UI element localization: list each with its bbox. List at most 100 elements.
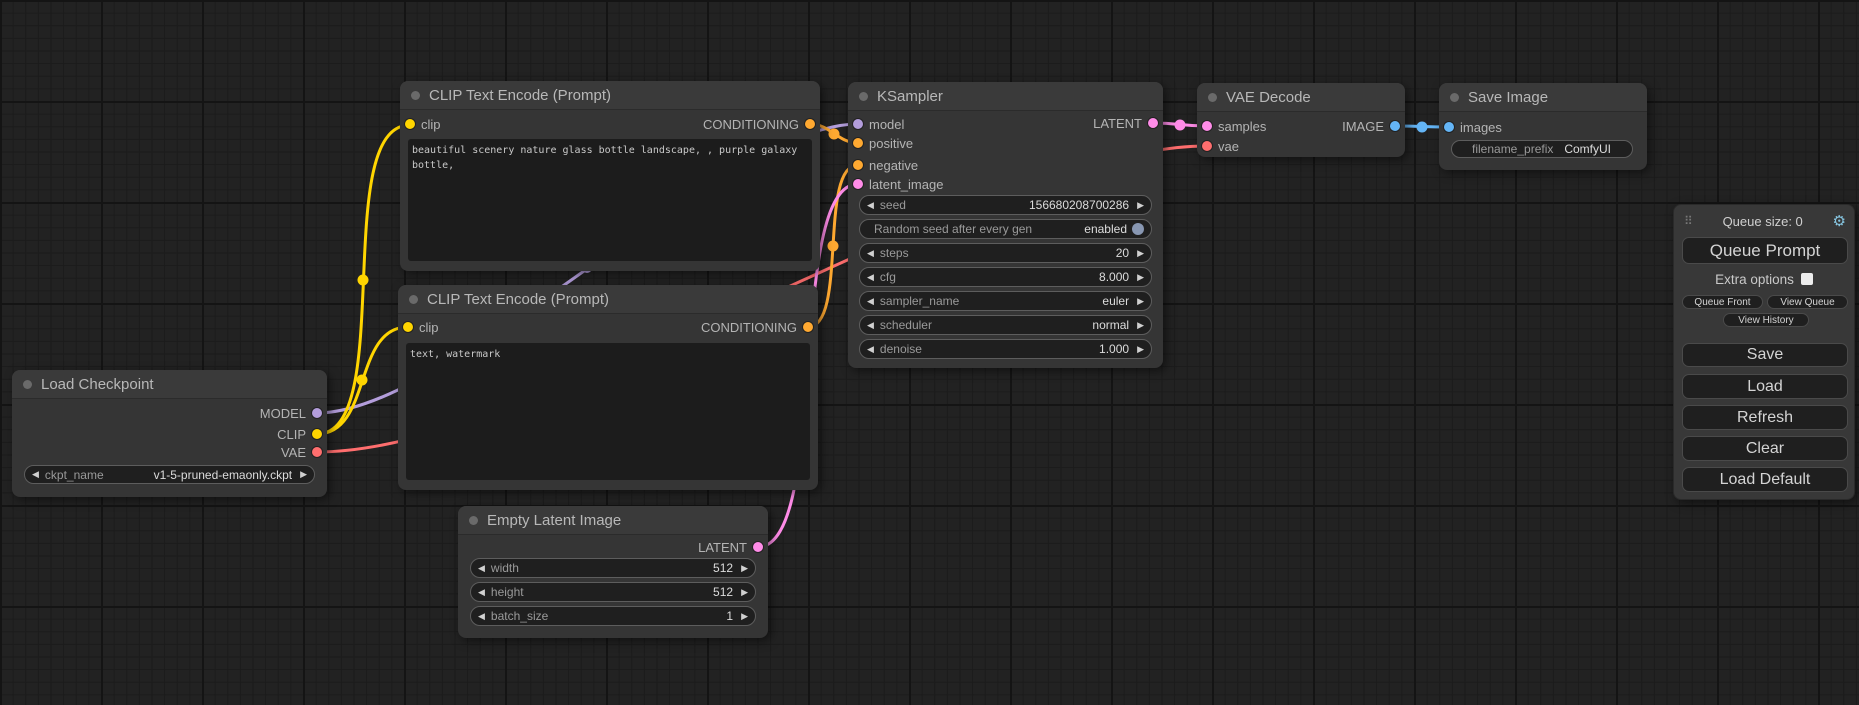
save-button[interactable]: Save [1682,343,1848,367]
refresh-button[interactable]: Refresh [1682,405,1848,430]
node-title-bar[interactable]: Empty Latent Image [458,506,768,535]
collapse-dot-icon[interactable] [1208,93,1217,102]
output-slot-image[interactable]: IMAGE [1342,118,1400,134]
collapse-dot-icon[interactable] [859,92,868,101]
scheduler-widget[interactable]: ◀ scheduler normal ▶ [859,315,1152,335]
input-slot-samples[interactable]: samples [1202,118,1266,134]
output-slot-model[interactable]: MODEL [260,405,322,421]
input-slot-model[interactable]: model [853,116,904,132]
increment-arrow-icon[interactable]: ▶ [741,564,748,573]
increment-arrow-icon[interactable]: ▶ [300,470,307,479]
latent-slot-dot[interactable] [1148,118,1158,128]
decrement-arrow-icon[interactable]: ◀ [867,345,874,354]
clip-slot-dot[interactable] [312,429,322,439]
decrement-arrow-icon[interactable]: ◀ [32,470,39,479]
output-slot-conditioning[interactable]: CONDITIONING [703,116,815,132]
width-widget[interactable]: ◀ width 512 ▶ [470,558,756,578]
input-slot-clip[interactable]: clip [403,319,439,335]
prompt-textarea[interactable]: text, watermark [406,343,810,480]
image-slot-dot[interactable] [1444,122,1454,132]
toggle-dot-icon[interactable] [1132,223,1144,235]
conditioning-slot-dot[interactable] [853,138,863,148]
load-default-button[interactable]: Load Default [1682,467,1848,492]
queue-prompt-button[interactable]: Queue Prompt [1682,237,1848,264]
node-title-bar[interactable]: Save Image [1439,83,1647,112]
extra-options-checkbox[interactable] [1801,273,1813,285]
denoise-widget[interactable]: ◀ denoise 1.000 ▶ [859,339,1152,359]
input-slot-negative[interactable]: negative [853,157,918,173]
height-widget[interactable]: ◀ height 512 ▶ [470,582,756,602]
output-slot-clip[interactable]: CLIP [277,426,322,442]
node-title-bar[interactable]: CLIP Text Encode (Prompt) [400,81,820,110]
decrement-arrow-icon[interactable]: ◀ [867,273,874,282]
node-empty-latent-image[interactable]: Empty Latent Image LATENT ◀ width 512 ▶ … [458,506,768,638]
collapse-dot-icon[interactable] [409,295,418,304]
view-history-button[interactable]: View History [1723,313,1809,327]
collapse-dot-icon[interactable] [469,516,478,525]
drag-handle-icon[interactable]: ⠿ [1684,214,1693,228]
filename-prefix-widget[interactable]: filename_prefix ComfyUI [1451,140,1633,158]
output-slot-latent[interactable]: LATENT [1093,115,1158,131]
increment-arrow-icon[interactable]: ▶ [741,588,748,597]
output-slot-conditioning[interactable]: CONDITIONING [701,319,813,335]
decrement-arrow-icon[interactable]: ◀ [867,297,874,306]
node-save-image[interactable]: Save Image images filename_prefix ComfyU… [1439,83,1647,170]
batch-size-widget[interactable]: ◀ batch_size 1 ▶ [470,606,756,626]
decrement-arrow-icon[interactable]: ◀ [867,249,874,258]
sampler-name-widget[interactable]: ◀ sampler_name euler ▶ [859,291,1152,311]
graph-canvas[interactable]: Load Checkpoint MODEL CLIP VAE ◀ ckpt_na… [0,0,1859,705]
increment-arrow-icon[interactable]: ▶ [1137,345,1144,354]
input-slot-latent-image[interactable]: latent_image [853,176,943,192]
cfg-widget[interactable]: ◀ cfg 8.000 ▶ [859,267,1152,287]
increment-arrow-icon[interactable]: ▶ [1137,273,1144,282]
random-seed-toggle-widget[interactable]: Random seed after every gen enabled [859,219,1152,239]
node-clip-text-encode-negative[interactable]: CLIP Text Encode (Prompt) clip CONDITION… [398,285,818,490]
increment-arrow-icon[interactable]: ▶ [1137,321,1144,330]
latent-slot-dot[interactable] [1202,121,1212,131]
node-load-checkpoint[interactable]: Load Checkpoint MODEL CLIP VAE ◀ ckpt_na… [12,370,327,497]
node-clip-text-encode-positive[interactable]: CLIP Text Encode (Prompt) clip CONDITION… [400,81,820,271]
latent-slot-dot[interactable] [753,542,763,552]
input-slot-vae[interactable]: vae [1202,138,1239,154]
node-title-bar[interactable]: CLIP Text Encode (Prompt) [398,285,818,314]
model-slot-dot[interactable] [853,119,863,129]
decrement-arrow-icon[interactable]: ◀ [478,564,485,573]
increment-arrow-icon[interactable]: ▶ [741,612,748,621]
clip-slot-dot[interactable] [405,119,415,129]
conditioning-slot-dot[interactable] [805,119,815,129]
seed-widget[interactable]: ◀ seed 156680208700286 ▶ [859,195,1152,215]
steps-widget[interactable]: ◀ steps 20 ▶ [859,243,1152,263]
clear-button[interactable]: Clear [1682,436,1848,461]
decrement-arrow-icon[interactable]: ◀ [478,612,485,621]
vae-slot-dot[interactable] [312,447,322,457]
gear-icon[interactable]: ⚙ [1833,214,1846,229]
node-title-bar[interactable]: Load Checkpoint [12,370,327,399]
conditioning-slot-dot[interactable] [853,160,863,170]
clip-slot-dot[interactable] [403,322,413,332]
input-slot-clip[interactable]: clip [405,116,441,132]
input-slot-images[interactable]: images [1444,119,1502,135]
decrement-arrow-icon[interactable]: ◀ [867,201,874,210]
prompt-textarea[interactable]: beautiful scenery nature glass bottle la… [408,139,812,261]
vae-slot-dot[interactable] [1202,141,1212,151]
conditioning-slot-dot[interactable] [803,322,813,332]
image-slot-dot[interactable] [1390,121,1400,131]
collapse-dot-icon[interactable] [411,91,420,100]
node-title-bar[interactable]: VAE Decode [1197,83,1405,112]
decrement-arrow-icon[interactable]: ◀ [478,588,485,597]
ckpt-name-widget[interactable]: ◀ ckpt_name v1-5-pruned-emaonly.ckpt ▶ [24,465,315,484]
increment-arrow-icon[interactable]: ▶ [1137,201,1144,210]
increment-arrow-icon[interactable]: ▶ [1137,297,1144,306]
view-queue-button[interactable]: View Queue [1767,295,1848,309]
increment-arrow-icon[interactable]: ▶ [1137,249,1144,258]
latent-slot-dot[interactable] [853,179,863,189]
decrement-arrow-icon[interactable]: ◀ [867,321,874,330]
model-slot-dot[interactable] [312,408,322,418]
collapse-dot-icon[interactable] [1450,93,1459,102]
node-vae-decode[interactable]: VAE Decode samples vae IMAGE [1197,83,1405,157]
node-ksampler[interactable]: KSampler model positive negative latent_… [848,82,1163,368]
load-button[interactable]: Load [1682,374,1848,399]
input-slot-positive[interactable]: positive [853,135,913,151]
queue-front-button[interactable]: Queue Front [1682,295,1763,309]
output-slot-latent[interactable]: LATENT [698,539,763,555]
